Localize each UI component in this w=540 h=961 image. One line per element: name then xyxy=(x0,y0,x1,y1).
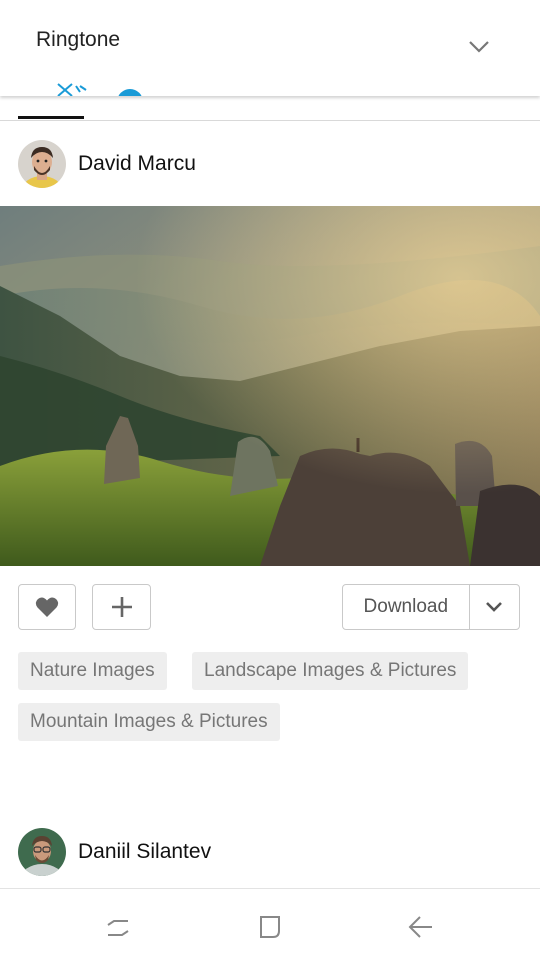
back-button[interactable] xyxy=(402,909,438,945)
chevron-down-icon[interactable] xyxy=(468,40,490,54)
notification-panel[interactable]: Ringtone xyxy=(0,0,540,96)
active-tab-indicator xyxy=(18,116,84,119)
tag-nature[interactable]: Nature Images xyxy=(18,652,167,690)
avatar[interactable] xyxy=(18,140,66,188)
plus-icon xyxy=(111,597,132,617)
chevron-down-icon xyxy=(486,602,503,612)
home-button[interactable] xyxy=(252,909,288,945)
notification-title: Ringtone xyxy=(36,28,121,51)
add-to-collection-button[interactable] xyxy=(92,584,151,630)
tag-landscape[interactable]: Landscape Images & Pictures xyxy=(192,652,469,690)
system-navigation-bar xyxy=(0,888,540,961)
download-button-group: Download xyxy=(342,584,520,630)
recent-apps-button[interactable] xyxy=(100,909,136,945)
tag-mountain[interactable]: Mountain Images & Pictures xyxy=(18,703,280,741)
avatar[interactable] xyxy=(18,828,66,876)
author-name[interactable]: Daniil Silantev xyxy=(78,840,211,864)
back-icon xyxy=(408,916,432,938)
home-icon xyxy=(260,916,280,938)
download-button[interactable]: Download xyxy=(343,596,469,618)
post-author[interactable]: David Marcu xyxy=(18,140,196,188)
post-author[interactable]: Daniil Silantev xyxy=(18,828,211,876)
recent-apps-icon xyxy=(107,920,129,936)
vibrate-icon xyxy=(57,83,142,96)
author-name[interactable]: David Marcu xyxy=(78,152,196,176)
like-button[interactable] xyxy=(18,584,76,630)
download-options-button[interactable] xyxy=(470,601,519,613)
landscape-photo[interactable] xyxy=(0,206,540,566)
heart-icon xyxy=(35,597,59,617)
